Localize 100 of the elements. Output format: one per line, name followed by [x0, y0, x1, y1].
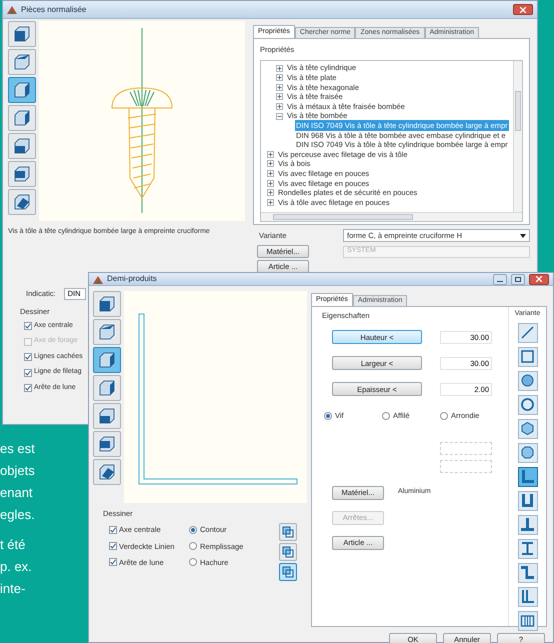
cube-icon	[13, 110, 31, 126]
square-tube-icon	[519, 348, 536, 365]
expand-icon[interactable]	[276, 102, 283, 110]
cube-icon	[13, 138, 31, 154]
round-bar-icon	[519, 372, 536, 389]
app-icon	[93, 274, 103, 284]
maximize-button[interactable]	[511, 274, 525, 284]
cube-icon	[13, 194, 31, 210]
view-button[interactable]	[93, 291, 121, 317]
angle-icon	[519, 468, 536, 485]
text-fragment: objets	[0, 462, 35, 480]
profile-button[interactable]	[518, 370, 538, 390]
cube-icon	[13, 166, 31, 182]
cube-icon	[98, 324, 116, 340]
view-button[interactable]	[8, 21, 36, 47]
expand-icon[interactable]	[267, 189, 274, 196]
plate-icon	[519, 324, 536, 341]
view-button[interactable]	[8, 77, 36, 103]
view-button[interactable]	[93, 459, 121, 485]
radio-button[interactable]	[440, 412, 448, 420]
text-fragment: p. ex.	[0, 558, 33, 576]
checkbox[interactable]	[24, 368, 32, 376]
close-icon	[520, 6, 526, 12]
cube-icon	[13, 54, 31, 70]
view-button[interactable]	[93, 375, 121, 401]
cube-icon	[98, 380, 116, 396]
text-fragment: egles.	[0, 506, 35, 524]
empty-field[interactable]	[440, 442, 492, 454]
beam-icon	[519, 540, 536, 557]
view-button[interactable]	[93, 403, 121, 429]
close-button[interactable]	[513, 4, 533, 15]
view-button[interactable]	[8, 133, 36, 159]
cube-icon	[13, 82, 31, 98]
collapse-icon[interactable]	[276, 112, 283, 120]
app-icon	[7, 5, 17, 14]
cube-icon	[98, 408, 116, 424]
close-icon	[536, 276, 542, 282]
empty-field[interactable]	[440, 460, 492, 472]
radio-button[interactable]	[382, 412, 390, 420]
minimize-button[interactable]	[493, 274, 507, 284]
profile-button[interactable]	[518, 394, 538, 414]
radio-button[interactable]	[189, 526, 197, 534]
expand-icon[interactable]	[276, 64, 283, 72]
checkbox[interactable]	[109, 526, 117, 534]
profile-button[interactable]	[518, 442, 538, 462]
window-title: Demi-produits	[107, 273, 157, 285]
expand-icon[interactable]	[276, 74, 283, 82]
view-button[interactable]	[8, 105, 36, 131]
layers-icon	[282, 526, 294, 538]
close-button[interactable]	[529, 274, 549, 284]
profile-button[interactable]	[518, 586, 538, 606]
expand-icon[interactable]	[276, 93, 283, 100]
tee-icon	[519, 516, 536, 533]
radio-button[interactable]	[324, 412, 332, 420]
checkbox[interactable]	[109, 558, 117, 566]
tool-button[interactable]	[279, 543, 297, 562]
expand-icon[interactable]	[267, 180, 274, 187]
checkbox[interactable]	[109, 542, 117, 550]
horizontal-scrollbar[interactable]	[261, 212, 522, 222]
profile-button[interactable]	[518, 466, 538, 486]
profile-button[interactable]	[518, 562, 538, 582]
view-button[interactable]	[93, 431, 121, 457]
profile-button[interactable]	[518, 490, 538, 510]
layers-icon	[282, 546, 294, 558]
channel-icon	[519, 492, 536, 509]
view-button[interactable]	[93, 347, 121, 373]
octagon-bar-icon	[519, 444, 536, 461]
profile-button[interactable]	[518, 610, 538, 630]
cube-icon	[98, 464, 116, 480]
expand-icon[interactable]	[267, 160, 274, 168]
expand-icon[interactable]	[267, 198, 274, 206]
tool-button[interactable]	[279, 563, 297, 582]
view-button[interactable]	[8, 189, 36, 215]
layers-icon	[282, 566, 294, 578]
view-button[interactable]	[8, 49, 36, 75]
caret-icon	[520, 234, 526, 238]
expand-icon[interactable]	[267, 170, 274, 178]
expand-icon[interactable]	[276, 84, 283, 91]
profile-button[interactable]	[518, 418, 538, 438]
tool-button[interactable]	[279, 523, 297, 542]
radio-button[interactable]	[189, 558, 197, 566]
checkbox[interactable]	[24, 322, 32, 330]
profile-button[interactable]	[518, 322, 538, 342]
cube-icon	[13, 26, 31, 42]
view-button[interactable]	[93, 319, 121, 345]
zee-icon	[519, 564, 536, 581]
profile-button[interactable]	[518, 538, 538, 558]
profile-button[interactable]	[518, 346, 538, 366]
expand-icon[interactable]	[267, 150, 274, 158]
checkbox[interactable]	[24, 353, 32, 361]
vertical-scrollbar[interactable]	[513, 61, 522, 212]
window-title: Pièces normalisée	[21, 4, 86, 16]
radio-button[interactable]	[189, 542, 197, 550]
tube-icon	[519, 396, 536, 413]
text-fragment: enant	[0, 484, 34, 502]
cube-icon	[98, 436, 116, 452]
profile-button[interactable]	[518, 514, 538, 534]
checkbox[interactable]	[24, 384, 32, 392]
text-fragment: t été	[0, 536, 26, 554]
view-button[interactable]	[8, 161, 36, 187]
